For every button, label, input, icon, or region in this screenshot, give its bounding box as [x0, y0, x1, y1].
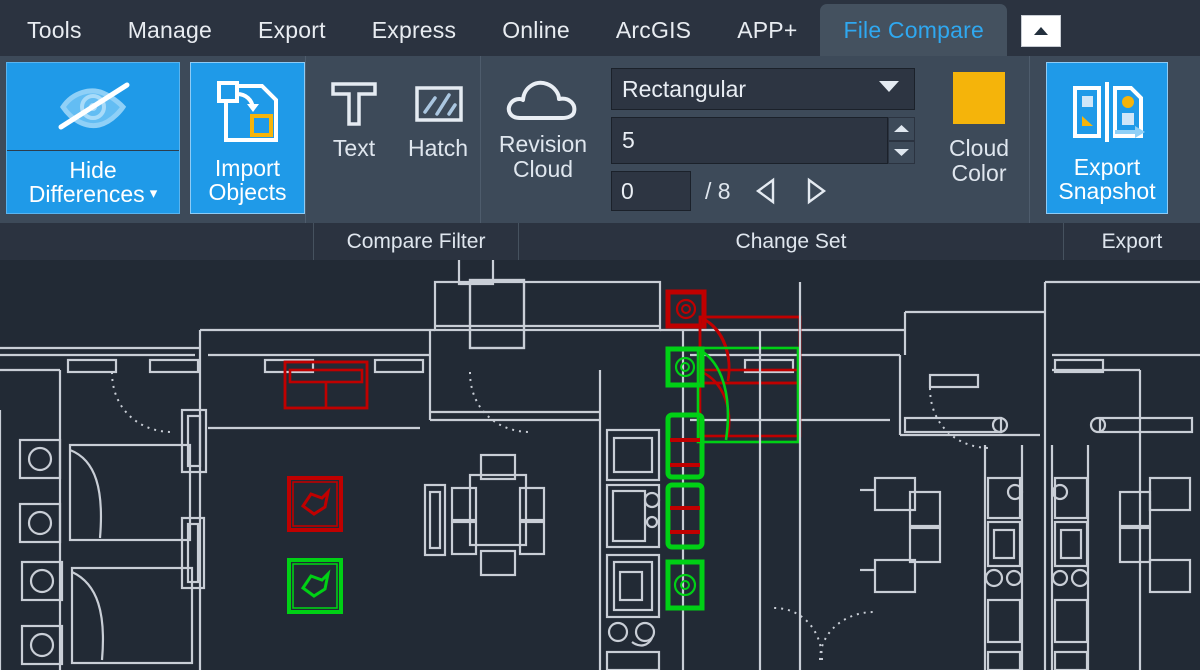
text-t-icon	[325, 70, 383, 136]
cloud-shape-value: Rectangular	[622, 75, 747, 102]
export-snapshot-icon	[1065, 73, 1149, 155]
import-objects-label-line2: Objects	[208, 179, 287, 205]
tab-manage[interactable]: Manage	[105, 4, 235, 56]
tab-tools[interactable]: Tools	[4, 4, 105, 56]
ribbon-panel-title-bar: Compare Filter Change Set Export	[0, 223, 1200, 260]
spinner-up-icon[interactable]	[888, 117, 915, 141]
color-swatch[interactable]	[953, 72, 1005, 124]
drawing-canvas[interactable]	[0, 260, 1200, 670]
hide-differences-label-line2: Differences	[28, 181, 145, 207]
diff-deleted-nightstand	[665, 289, 707, 329]
import-objects-button[interactable]: Import Objects	[190, 62, 305, 214]
hide-differences-label-line1: Hide	[69, 156, 117, 183]
import-objects-icon	[210, 72, 286, 156]
furniture-cabinet-center	[423, 483, 447, 557]
diff-added-bed	[696, 346, 800, 444]
triangle-left-icon[interactable]	[747, 171, 787, 211]
hide-differences-dropdown-caret[interactable]: ▾	[150, 186, 158, 202]
cloud-shape-dropdown[interactable]: Rectangular	[611, 68, 915, 110]
furniture-seating-far-right	[1118, 476, 1192, 594]
furniture-bed-left-2	[20, 560, 194, 666]
diff-deleted-chair	[287, 476, 343, 532]
plan-door-swings	[111, 371, 991, 661]
cloud-icon	[502, 70, 584, 132]
furniture-seating-right	[860, 476, 942, 594]
diff-deleted-bed-body	[698, 315, 802, 438]
panel-title-compare-filter: Compare Filter	[313, 223, 518, 260]
compare-filter-hatch-button[interactable]: Hatch	[396, 70, 480, 161]
change-set-controls: Rectangular 5 0 / 8	[605, 56, 915, 211]
hatch-icon	[409, 70, 467, 136]
change-set-current-index[interactable]: 0	[611, 171, 691, 211]
change-set-navigation: 0 / 8	[611, 171, 915, 211]
fixtures-tub-bottom	[605, 650, 1089, 670]
plan-shaft-center	[758, 282, 802, 670]
export-snapshot-label-line1: Export	[1073, 153, 1141, 180]
cloud-size-value[interactable]: 5	[611, 117, 888, 164]
compare-filter-text-button[interactable]: Text	[312, 70, 396, 161]
tab-file-compare[interactable]: File Compare	[820, 4, 1007, 56]
cad-application-window: Tools Manage Export Express Online ArcGI…	[0, 0, 1200, 670]
cloud-color-label-line2: Color	[951, 159, 1007, 186]
tab-app-plus[interactable]: APP+	[714, 4, 820, 56]
export-snapshot-button[interactable]: Export Snapshot	[1046, 62, 1168, 214]
triangle-right-icon[interactable]	[795, 171, 835, 211]
spinner-down-icon[interactable]	[888, 140, 915, 164]
panel-title-change-set: Change Set	[518, 223, 1063, 260]
fixtures-bath-center	[605, 428, 661, 647]
panel-title-spacer	[0, 223, 313, 260]
compare-filter-text-label: Text	[332, 135, 376, 161]
diff-added-nightstand-bottom	[665, 559, 705, 611]
panel-title-export: Export	[1063, 223, 1200, 260]
hide-differences-button[interactable]: Hide Differences ▾	[6, 62, 180, 214]
ribbon-panel-compare-filter-main: Hide Differences ▾ Import Objects	[0, 56, 305, 223]
tab-export[interactable]: Export	[235, 4, 349, 56]
ribbon-panel-compare-filter-items: Text Hatch	[305, 56, 480, 223]
tab-express[interactable]: Express	[349, 4, 479, 56]
chevron-down-icon[interactable]	[878, 80, 900, 98]
furniture-wardrobe-left	[180, 408, 208, 590]
revision-cloud-button[interactable]: Revision Cloud	[481, 56, 605, 182]
eye-slash-icon	[7, 63, 179, 151]
cloud-color-label-line1: Cloud	[948, 135, 1010, 161]
change-set-total-count: / 8	[705, 177, 731, 204]
tab-online[interactable]: Online	[479, 4, 593, 56]
import-objects-label-line1: Import	[214, 154, 281, 181]
diff-added-chair	[287, 558, 343, 614]
furniture-bed-left-1	[18, 438, 192, 544]
revision-cloud-label-line1: Revision	[498, 131, 588, 157]
cloud-size-spinner[interactable]: 5	[611, 117, 915, 164]
ribbon-minimize-icon[interactable]	[1020, 15, 1061, 47]
ribbon-tab-strip: Tools Manage Export Express Online ArcGI…	[0, 0, 1200, 56]
cloud-color-button[interactable]: Cloud Color	[929, 56, 1029, 186]
ribbon-panel-change-set: Revision Cloud Rectangular 5 0 / 8 Cloud…	[480, 56, 1029, 223]
ribbon-tab-bar: Tools Manage Export Express Online ArcGI…	[0, 0, 1200, 56]
export-snapshot-label-line2: Snapshot	[1058, 178, 1156, 204]
fixtures-bath-right-a	[983, 445, 1024, 670]
compare-filter-hatch-label: Hatch	[407, 135, 469, 161]
revision-cloud-label-line2: Cloud	[512, 155, 574, 182]
ribbon-panel-export: Export Snapshot	[1029, 56, 1168, 223]
furniture-dining-set	[457, 260, 526, 350]
furniture-dining-chairs	[450, 453, 546, 577]
tab-arcgis[interactable]: ArcGIS	[593, 4, 714, 56]
furniture-dining-table	[468, 473, 528, 547]
diff-deleted-sofa	[283, 360, 369, 410]
fixtures-bath-right-b	[1050, 445, 1090, 670]
ribbon-content: Hide Differences ▾ Import Objects Text H…	[0, 56, 1200, 223]
furniture-cabinet-right	[903, 416, 1194, 434]
plan-doors	[66, 358, 1105, 389]
